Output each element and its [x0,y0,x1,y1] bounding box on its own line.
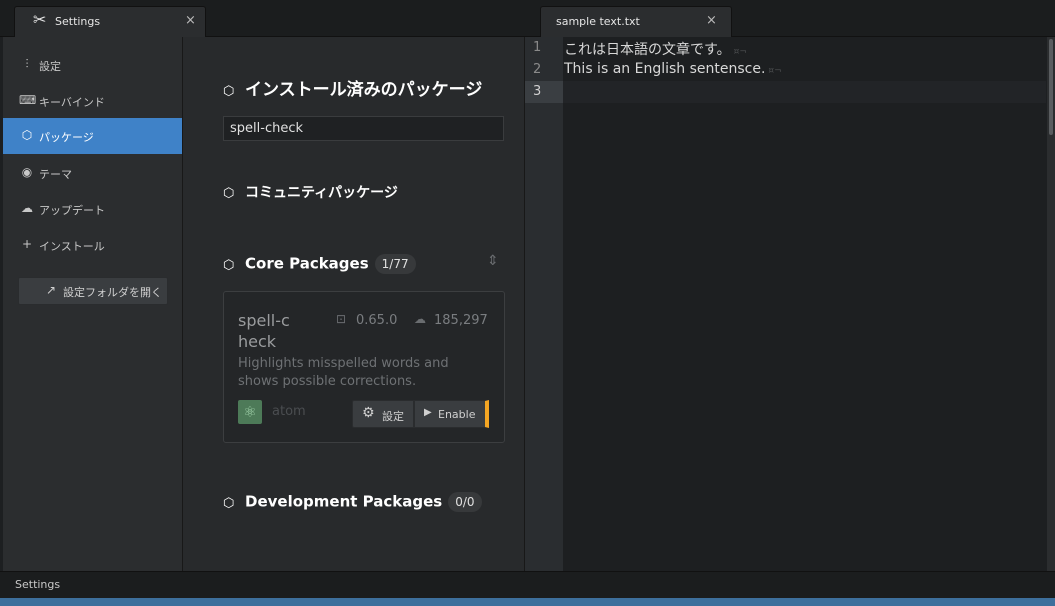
fold-icon[interactable]: ⇕ [487,253,499,269]
sidebar-item-settings[interactable]: ⫶ 設定 [3,47,182,83]
sidebar-item-updates[interactable]: ☁ アップデート [3,191,182,227]
atom-avatar-icon: ⚛ [238,400,262,424]
package-icon: ⬡ [223,84,235,99]
close-icon[interactable]: × [706,13,717,28]
plus-icon: + [21,237,33,251]
package-settings-button[interactable]: ⚙ 設定 [352,400,414,428]
sidebar-item-label: パッケージ [39,131,94,144]
line-number: 1 [533,40,542,55]
package-description: Highlights misspelled words and shows po… [238,356,449,389]
heading-text: インストール済みのパッケージ [245,80,483,100]
sidebar-item-label: アップデート [39,204,105,217]
code-line[interactable]: これは日本語の文章です。 ¤¬ [564,39,747,59]
settings-button-label: 設定 [382,410,404,423]
line-number: 3 [525,81,563,103]
sliders-icon: ⫶ [25,57,29,71]
settings-sidebar: ⫶ 設定 ⌨ キーバインド ⬡ パッケージ ◉ テーマ ☁ アップデート + イ… [3,37,183,571]
link-external-icon: ↗ [46,283,57,297]
package-icon: ⬡ [223,186,235,201]
package-name[interactable]: spell-check [238,310,298,352]
package-icon: ⬡ [223,495,235,511]
sidebar-item-packages[interactable]: ⬡ パッケージ [3,118,182,154]
sidebar-item-themes[interactable]: ◉ テーマ [3,155,182,191]
tab-label: sample text.txt [556,15,640,28]
cloud-download-icon: ☁ [414,312,426,326]
enable-button-label: Enable [438,408,476,421]
tab-settings[interactable]: ✂ Settings × [14,6,206,37]
status-bar: Settings [0,571,1055,599]
code-line[interactable]: This is an English sentensce. ¤¬ [564,61,782,77]
sidebar-item-label: インストール [39,240,105,253]
line-number: 2 [533,62,542,77]
close-icon[interactable]: × [185,13,196,28]
package-icon: ⬡ [21,128,33,142]
invisible-eol-marker: ¤¬ [733,47,747,57]
open-config-folder-label: 設定フォルダを開く [63,286,162,299]
development-packages-heading: ⬡ Development Packages 0/0 [223,492,482,512]
scrollbar-thumb[interactable] [1049,39,1053,135]
keyboard-icon: ⌨ [19,93,37,107]
invisible-eol-marker: ¤¬ [768,66,782,76]
sidebar-item-keybindings[interactable]: ⌨ キーバインド [3,83,182,119]
tab-sample-text[interactable]: sample text.txt × [540,6,732,37]
open-config-folder-button[interactable]: ↗ 設定フォルダを開く [18,277,168,305]
cursor-line [563,81,1046,103]
play-icon: ▶ [424,407,432,418]
versions-icon: ⊡ [336,312,347,326]
community-packages-heading: ⬡ コミュニティパッケージ [223,182,398,202]
tab-label: Settings [55,15,101,28]
desktop-strip [0,598,1055,606]
status-text: Settings [15,578,61,591]
package-icon: ⬡ [223,257,235,273]
cloud-download-icon: ☁ [21,201,33,215]
package-version: 0.65.0 [356,313,398,328]
installed-packages-heading: ⬡ インストール済みのパッケージ [223,75,482,100]
code-line-text: これは日本語の文章です。 [564,42,731,58]
core-count-badge: 1/77 [374,254,416,274]
package-downloads: 185,297 [434,313,488,328]
heading-text: Development Packages [245,492,443,511]
paintcan-icon: ◉ [21,165,33,179]
sidebar-item-label: キーバインド [39,96,105,109]
package-author[interactable]: atom [272,404,306,419]
heading-text: Core Packages [245,254,369,273]
tools-icon: ✂ [33,10,47,29]
dev-count-badge: 0/0 [448,492,482,512]
sidebar-item-install[interactable]: + インストール [3,227,182,263]
heading-text: コミュニティパッケージ [245,185,398,201]
code-line-text: This is an English sentensce. [564,61,766,77]
line-number-gutter: 1 2 3 [525,37,563,571]
package-filter-input[interactable] [223,116,504,141]
gear-icon: ⚙ [362,405,375,421]
packages-panel: ⬡ インストール済みのパッケージ ⬡ コミュニティパッケージ ⬡ Core Packa… [183,37,525,571]
editor-scrollbar[interactable] [1047,37,1055,571]
sidebar-item-label: 設定 [39,60,61,73]
core-packages-heading: ⬡ Core Packages 1/77 [223,254,416,274]
package-enable-button[interactable]: ▶ Enable [414,400,489,428]
text-editor[interactable]: 1 2 3 これは日本語の文章です。 ¤¬ This is an English … [525,37,1046,571]
package-card[interactable]: spell-check ⊡ 0.65.0 ☁ 185,297 Highlight… [223,291,505,443]
sidebar-item-label: テーマ [39,168,72,181]
